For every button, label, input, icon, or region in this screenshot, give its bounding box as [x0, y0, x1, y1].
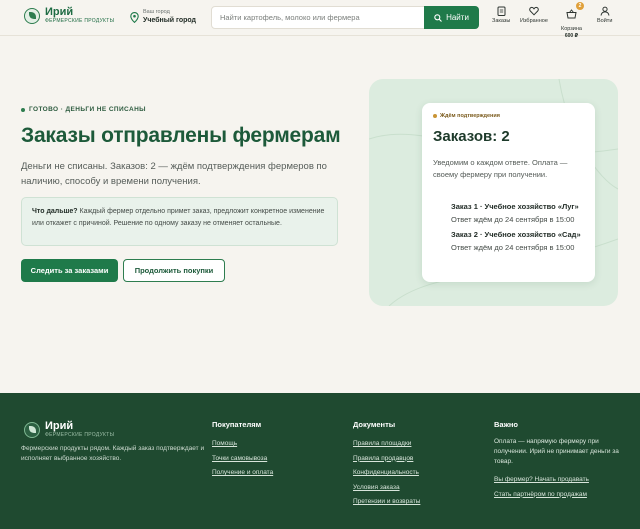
search-input[interactable] [212, 7, 426, 28]
logo-subtitle: ФЕРМЕРСКИЕ ПРОДУКТЫ [45, 18, 115, 24]
footer-link-help[interactable]: Помощь [212, 437, 273, 452]
cart-total-price: 600 ₽ [564, 33, 579, 39]
nav-cart-label: Корзина [561, 26, 582, 32]
pending-dot [433, 114, 437, 118]
basket-icon [566, 9, 577, 19]
city-name: Учебный город [143, 17, 196, 24]
footer-logo-name: Ирий [45, 420, 74, 432]
footer-logo[interactable]: Ирий ФЕРМЕРСКИЕ ПРОДУКТЫ [24, 420, 114, 439]
hero-lead: Деньги не списаны. Заказов: 2 — ждём под… [21, 161, 327, 187]
track-orders-button[interactable]: Следить за заказами [21, 259, 118, 282]
footer-column-title: Важно [494, 420, 519, 429]
search-button[interactable]: Найти [424, 6, 479, 29]
order-eta: Ответ ждём до 24 сентября в 15:00 [451, 243, 575, 252]
status-text: ГОТОВО · ДЕНЬГИ НЕ СПИСАНЫ [29, 106, 146, 113]
order-name: Заказ 2 · Учебное хозяйство «Сад» [451, 230, 581, 239]
order-eta: Ответ ждём до 24 сентября в 15:00 [451, 215, 575, 224]
card-text: Уведомим о каждом ответе. Оплата — своем… [433, 158, 568, 179]
footer-link-privacy[interactable]: Конфиденциальность [353, 466, 420, 481]
footer-column-documents: Документы Правила площадки Правила прода… [353, 420, 420, 510]
footer-description: Фермерские продукты рядом. Каждый заказ … [21, 445, 205, 462]
location-pin-icon [130, 11, 139, 23]
user-icon [600, 6, 610, 16]
footer-link-become-seller[interactable]: Вы фермер? Начать продавать [494, 473, 634, 488]
footer-column-important: Важно Оплата — напрямую фермеру при полу… [494, 420, 634, 502]
nav-login-label: Войти [597, 18, 613, 24]
site-footer: Ирий ФЕРМЕРСКИЕ ПРОДУКТЫ Фермерские прод… [0, 393, 640, 529]
nav-favorites[interactable]: Избранное [520, 6, 548, 25]
orders-card: Ждём подтверждения Заказов: 2 Уведомим о… [422, 103, 595, 282]
footer-column-title: Покупателям [212, 420, 262, 429]
leaf-icon [24, 421, 40, 438]
nav-favorites-label: Избранное [520, 18, 548, 24]
heart-icon [529, 6, 539, 16]
footer-link-order-terms[interactable]: Условия заказа [353, 481, 420, 496]
next-steps-note: Что дальше? Каждый фермер отдельно приме… [21, 197, 338, 246]
nav-cart[interactable]: 2 Корзина 600 ₽ [561, 2, 584, 39]
footer-column-buyers: Покупателям Помощь Точки самовывоза Полу… [212, 420, 273, 481]
footer-logo-subtitle: ФЕРМЕРСКИЕ ПРОДУКТЫ [45, 432, 115, 438]
nav-orders[interactable]: Заказы [492, 6, 510, 25]
clipboard-icon [497, 6, 506, 16]
order-name: Заказ 1 · Учебное хозяйство «Луг» [451, 202, 579, 211]
site-logo[interactable]: Ирий ФЕРМЕРСКИЕ ПРОДУКТЫ [24, 6, 114, 25]
cart-count-badge: 2 [575, 2, 584, 10]
footer-link-claims-returns[interactable]: Претензии и возвраты [353, 495, 420, 510]
continue-shopping-button[interactable]: Продолжить покупки [123, 259, 225, 282]
page-title: Заказы отправлены фермерам [21, 124, 341, 147]
order-list: Заказ 1 · Учебное хозяйство «Луг» Ответ … [433, 201, 584, 253]
orders-summary-panel: Ждём подтверждения Заказов: 2 Уведомим о… [369, 79, 618, 306]
nav-login[interactable]: Войти [597, 6, 612, 25]
card-status-text: Ждём подтверждения [440, 113, 500, 119]
footer-column-title: Документы [353, 420, 396, 429]
footer-link-delivery-payment[interactable]: Получение и оплата [212, 466, 273, 481]
status-line: ГОТОВО · ДЕНЬГИ НЕ СПИСАНЫ [21, 106, 146, 113]
footer-link-seller-rules[interactable]: Правила продавцов [353, 452, 420, 467]
footer-link-pickup-points[interactable]: Точки самовывоза [212, 452, 273, 467]
search-bar: Найти [211, 6, 479, 29]
leaf-icon [24, 7, 40, 24]
footer-link-platform-rules[interactable]: Правила площадки [353, 437, 420, 452]
logo-name: Ирий [45, 6, 74, 18]
card-title: Заказов: 2 [433, 128, 510, 145]
city-selector[interactable]: Ваш город Учебный город [130, 9, 196, 25]
search-icon [434, 13, 442, 22]
footer-link-become-partner[interactable]: Стать партнёром по продажам [494, 488, 634, 503]
card-status: Ждём подтверждения [433, 113, 584, 119]
footer-payment-note: Оплата — напрямую фермеру при получении.… [494, 438, 619, 465]
note-heading: Что дальше? [32, 208, 78, 215]
city-label: Ваш город [143, 9, 170, 15]
nav-orders-label: Заказы [492, 18, 511, 24]
status-dot [21, 107, 25, 112]
site-header: Ирий ФЕРМЕРСКИЕ ПРОДУКТЫ Ваш город Учебн… [0, 0, 640, 39]
search-button-label: Найти [446, 13, 469, 22]
